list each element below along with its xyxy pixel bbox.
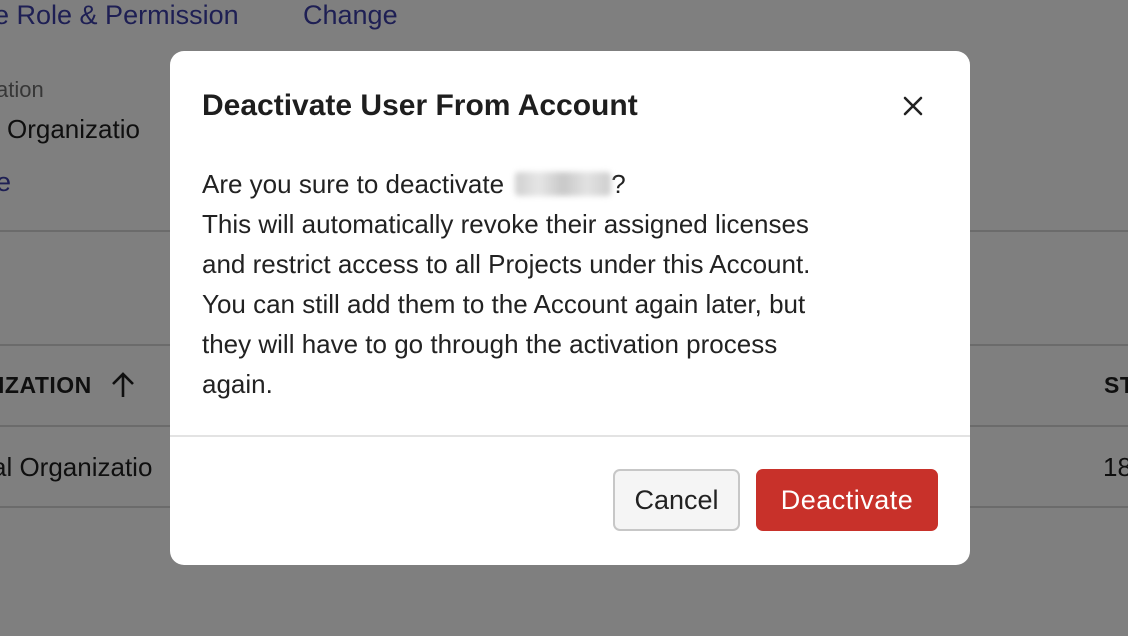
confirm-prefix: Are you sure to deactivate — [202, 169, 512, 199]
body-line-2: and restrict access to all Projects unde… — [202, 249, 811, 279]
dialog-footer-divider — [170, 435, 970, 437]
redacted-username — [515, 172, 612, 196]
deactivate-button[interactable]: Deactivate — [756, 469, 938, 531]
confirm-suffix: ? — [611, 169, 626, 199]
body-line-5: again. — [202, 369, 273, 399]
dialog-title: Deactivate User From Account — [202, 89, 638, 122]
deactivate-user-dialog: Deactivate User From Account Are you sur… — [170, 51, 970, 565]
confirm-question: Are you sure to deactivate ? — [202, 164, 942, 204]
body-line-1: This will automatically revoke their ass… — [202, 209, 809, 239]
body-line-4: they will have to go through the activat… — [202, 329, 778, 359]
close-icon — [903, 96, 923, 116]
cancel-button[interactable]: Cancel — [613, 469, 740, 531]
dialog-body: Are you sure to deactivate ? This will a… — [202, 164, 942, 404]
close-button[interactable] — [898, 91, 928, 121]
body-line-3: You can still add them to the Account ag… — [202, 289, 806, 319]
